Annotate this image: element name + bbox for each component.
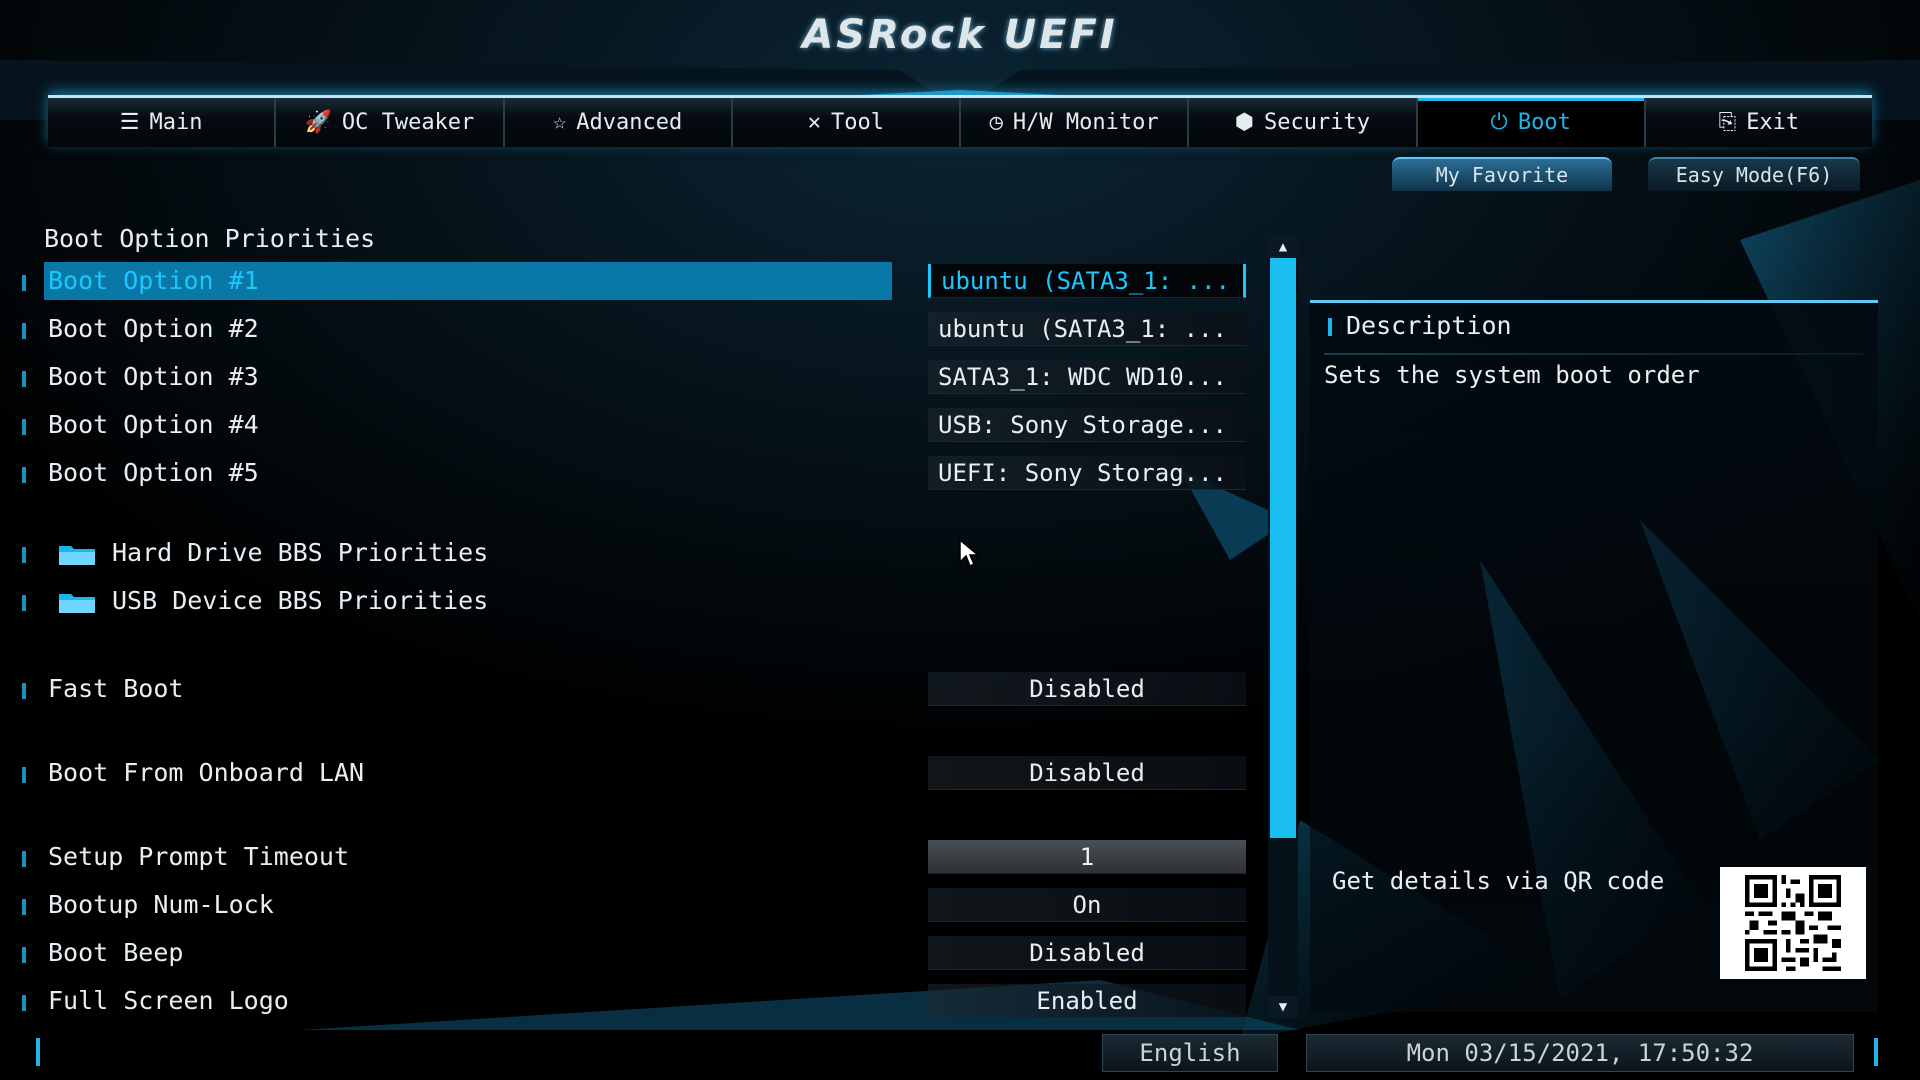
row-bullet — [22, 467, 26, 483]
monitor-icon: ◷ — [989, 110, 1003, 135]
tab-label: Exit — [1746, 110, 1800, 135]
my-favorite-button[interactable]: My Favorite — [1392, 157, 1612, 191]
tab-label: Main — [149, 110, 203, 135]
setting-row-fast-boot[interactable]: Fast Boot Disabled — [18, 670, 1248, 710]
setting-label: Boot Option #4 — [48, 410, 259, 439]
setup-prompt-timeout-input[interactable]: 1 — [928, 840, 1246, 874]
row-bullet — [22, 683, 26, 699]
fast-boot-value[interactable]: Disabled — [928, 672, 1246, 706]
description-panel: Description Sets the system boot order G… — [1310, 300, 1878, 1012]
setting-row-boot-option-4[interactable]: Boot Option #4 USB: Sony Storage... — [18, 406, 1248, 446]
tab-security[interactable]: ⬢ Security — [1189, 98, 1418, 147]
setting-row-boot-beep[interactable]: Boot Beep Disabled — [18, 934, 1248, 974]
mouse-pointer-icon — [959, 538, 980, 568]
status-bar: English Mon 03/15/2021, 17:50:32 — [0, 1030, 1920, 1080]
tab-label: Tool — [831, 110, 884, 135]
tab-main[interactable]: ☰ Main — [48, 98, 277, 147]
footer-accent — [36, 1038, 40, 1066]
easy-mode-button[interactable]: Easy Mode(F6) — [1648, 157, 1860, 191]
boot-option-2-value[interactable]: ubuntu (SATA3_1: ... — [928, 312, 1246, 346]
description-text: Sets the system boot order — [1324, 361, 1700, 389]
setting-label: Setup Prompt Timeout — [48, 842, 350, 871]
qr-code-icon — [1745, 875, 1841, 971]
tab-label: Advanced — [576, 110, 683, 135]
setting-row-boot-option-3[interactable]: Boot Option #3 SATA3_1: WDC WD10... — [18, 358, 1248, 398]
tab-h-w-monitor[interactable]: ◷ H/W Monitor — [961, 98, 1190, 147]
scroll-up-icon[interactable]: ▲ — [1268, 236, 1298, 258]
submenu-usb-device-bbs[interactable]: USB Device BBS Priorities — [18, 582, 1248, 622]
bootup-num-lock-value[interactable]: On — [928, 888, 1246, 922]
qr-code — [1720, 867, 1866, 979]
description-heading: Description — [1328, 311, 1512, 340]
row-bullet — [22, 767, 26, 783]
full-screen-logo-value[interactable]: Enabled — [928, 984, 1246, 1018]
row-bullet — [22, 419, 26, 435]
row-bullet — [22, 371, 26, 387]
row-bullet — [22, 323, 26, 339]
description-heading-text: Description — [1346, 311, 1512, 340]
tab-exit[interactable]: ⎘ Exit — [1646, 98, 1872, 147]
boot-from-lan-value[interactable]: Disabled — [928, 756, 1246, 790]
boot-beep-value[interactable]: Disabled — [928, 936, 1246, 970]
row-bullet — [22, 547, 26, 563]
star-icon: ☆ — [553, 110, 567, 135]
boot-option-1-value[interactable]: ubuntu (SATA3_1: ... — [928, 264, 1246, 298]
tab-label: OC Tweaker — [341, 110, 475, 135]
folder-icon — [59, 546, 95, 565]
boot-option-5-value[interactable]: UEFI: Sony Storag... — [928, 456, 1246, 490]
tab-oc-tweaker[interactable]: 🚀 OC Tweaker — [276, 98, 505, 147]
rocket-icon: 🚀 — [304, 110, 332, 135]
setting-label: Boot Beep — [48, 938, 184, 967]
tab-label: H/W Monitor — [1012, 110, 1159, 135]
tab-advanced[interactable]: ☆ Advanced — [505, 98, 733, 147]
section-title: Boot Option Priorities — [44, 224, 376, 253]
footer-accent — [1874, 1038, 1878, 1066]
scroll-down-icon[interactable]: ▼ — [1268, 996, 1298, 1018]
setting-label: Boot Option #5 — [48, 458, 259, 487]
row-bullet — [22, 947, 26, 963]
tab-boot[interactable]: ⏻ Boot — [1417, 98, 1646, 147]
tab-tool[interactable]: ✕ Tool — [733, 98, 961, 147]
row-bullet — [22, 851, 26, 867]
setting-label: Bootup Num-Lock — [48, 890, 274, 919]
setting-row-setup-prompt-timeout[interactable]: Setup Prompt Timeout 1 — [18, 838, 1248, 878]
tools-icon: ✕ — [807, 110, 821, 135]
setting-label: Boot Option #3 — [48, 362, 259, 391]
setting-row-boot-option-2[interactable]: Boot Option #2 ubuntu (SATA3_1: ... — [18, 310, 1248, 350]
setting-row-boot-option-5[interactable]: Boot Option #5 UEFI: Sony Storag... — [18, 454, 1248, 494]
heading-bullet — [1328, 318, 1332, 336]
asrock-uefi-logo: ASRock UEFI — [802, 12, 1118, 58]
setting-label: USB Device BBS Priorities — [112, 586, 489, 615]
setting-label: Boot From Onboard LAN — [48, 758, 365, 787]
setting-label: Boot Option #2 — [48, 314, 259, 343]
row-bullet — [22, 995, 26, 1011]
tab-label: Security — [1264, 110, 1370, 135]
setting-label: Boot Option #1 — [48, 266, 259, 295]
exit-icon: ⎘ — [1718, 110, 1737, 135]
row-bullet — [22, 899, 26, 915]
folder-icon — [59, 594, 95, 613]
setting-row-boot-from-lan[interactable]: Boot From Onboard LAN Disabled — [18, 754, 1248, 794]
power-icon: ⏻ — [1490, 110, 1508, 135]
main-tab-bar: ☰ Main 🚀 OC Tweaker ☆ Advanced ✕ Tool ◷ H/W Monit… — [48, 95, 1872, 147]
boot-option-4-value[interactable]: USB: Sony Storage... — [928, 408, 1246, 442]
scrollbar-thumb[interactable] — [1270, 256, 1296, 838]
row-bullet — [22, 275, 26, 291]
datetime-display: Mon 03/15/2021, 17:50:32 — [1306, 1034, 1854, 1072]
setting-row-full-screen-logo[interactable]: Full Screen Logo Enabled — [18, 982, 1248, 1022]
setting-row-bootup-num-lock[interactable]: Bootup Num-Lock On — [18, 886, 1248, 926]
language-button[interactable]: English — [1102, 1034, 1278, 1072]
list-icon: ☰ — [119, 110, 140, 135]
qr-label: Get details via QR code — [1332, 867, 1665, 895]
shield-icon: ⬢ — [1234, 110, 1254, 135]
divider — [1324, 353, 1864, 355]
boot-option-3-value[interactable]: SATA3_1: WDC WD10... — [928, 360, 1246, 394]
setting-label: Full Screen Logo — [48, 986, 289, 1015]
row-bullet — [22, 595, 26, 611]
submenu-hard-drive-bbs[interactable]: Hard Drive BBS Priorities — [18, 534, 1248, 574]
setting-label: Fast Boot — [48, 674, 184, 703]
setting-label: Hard Drive BBS Priorities — [112, 538, 489, 567]
tab-label: Boot — [1517, 110, 1571, 135]
setting-row-boot-option-1[interactable]: Boot Option #1 ubuntu (SATA3_1: ... — [18, 262, 1248, 302]
